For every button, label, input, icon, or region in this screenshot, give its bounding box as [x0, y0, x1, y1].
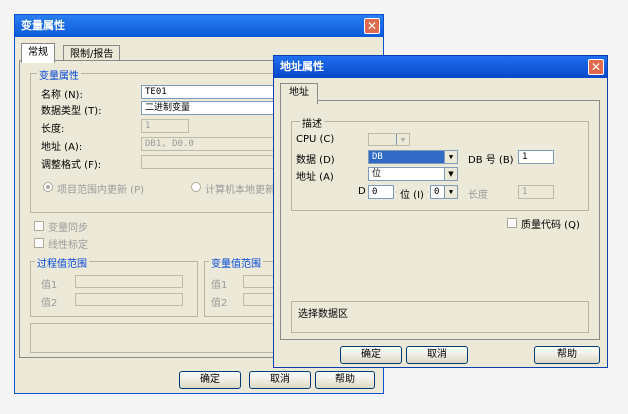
close-icon[interactable]: ✕ — [588, 59, 604, 75]
close-icon[interactable]: ✕ — [364, 18, 380, 34]
group-title: 描述 — [300, 115, 324, 130]
data-label: 数据 (D) — [296, 155, 335, 166]
address-dropdown[interactable]: 位 ▼ — [368, 167, 458, 181]
status-text: 选择数据区 — [298, 309, 348, 320]
d-label: D — [358, 186, 366, 197]
chevron-down-icon[interactable]: ▼ — [396, 134, 409, 145]
process-range-title: 过程值范围 — [35, 255, 89, 270]
var-ok-button[interactable]: 确定 — [179, 371, 241, 389]
data-type-label: 数据类型 (T): — [41, 106, 102, 117]
cpu-dropdown[interactable]: ▼ — [368, 133, 410, 146]
d-input[interactable]: 0 — [368, 185, 394, 199]
quality-code-label: 质量代码 (Q) — [521, 220, 580, 231]
length-label: 长度: — [41, 124, 65, 135]
process-val1-label: 值1 — [41, 280, 58, 291]
var-val1-label: 值1 — [211, 280, 228, 291]
process-range-group: 过程值范围 值1 值2 — [30, 255, 198, 317]
var-val2-label: 值2 — [211, 298, 228, 309]
sync-label: 变量同步 — [48, 223, 88, 234]
tab-general[interactable]: 常规 — [21, 43, 55, 63]
address-label: 地址 (A) — [296, 172, 334, 183]
format-label: 调整格式 (F): — [41, 160, 102, 171]
radio-project-label: 项目范围内更新 (P) — [57, 185, 145, 196]
data-dropdown-value: DB — [372, 152, 383, 162]
bit-dropdown[interactable]: 0 ▼ — [430, 185, 458, 199]
length-label: 长度 — [468, 190, 488, 201]
name-label: 名称 (N): — [41, 90, 83, 101]
var-cancel-button[interactable]: 取消 — [249, 371, 311, 389]
length-input: 1 — [518, 185, 554, 199]
window-title: 地址属性 — [280, 60, 324, 73]
length-input: 1 — [141, 119, 189, 133]
chevron-down-icon[interactable]: ▼ — [444, 151, 457, 163]
group-title: 变量属性 — [37, 67, 81, 82]
process-val2-input — [75, 293, 183, 306]
window-title: 变量属性 — [21, 19, 65, 32]
db-number-label: DB 号 (B) — [468, 155, 514, 166]
sync-checkbox[interactable] — [34, 221, 44, 231]
db-number-input[interactable]: 1 — [518, 150, 554, 164]
address-properties-titlebar: 地址属性 ✕ — [274, 56, 607, 78]
var-help-button[interactable]: 帮助 — [315, 371, 375, 389]
variable-properties-titlebar: 变量属性 ✕ — [15, 15, 383, 37]
status-box: 选择数据区 — [291, 301, 589, 333]
chevron-down-icon[interactable]: ▼ — [444, 186, 457, 198]
linear-scaling-checkbox[interactable] — [34, 238, 44, 248]
address-label: 地址 (A): — [41, 142, 83, 153]
cpu-label: CPU (C) — [296, 134, 335, 145]
quality-code-checkbox[interactable] — [507, 218, 517, 228]
process-val2-label: 值2 — [41, 298, 58, 309]
address-dropdown-value: 位 — [372, 169, 382, 179]
process-val1-input — [75, 275, 183, 288]
data-dropdown[interactable]: DB ▼ — [368, 150, 458, 164]
description-group: 描述 CPU (C) ▼ 数据 (D) DB ▼ DB 号 (B) 1 地址 (… — [291, 115, 589, 211]
bit-label: 位 (I) — [400, 190, 424, 201]
address-properties-window: 地址属性 ✕ 地址 描述 CPU (C) ▼ 数据 (D) DB ▼ DB 号 … — [273, 55, 608, 368]
bit-dropdown-value: 0 — [434, 187, 440, 197]
chevron-down-icon[interactable]: ▼ — [444, 168, 457, 180]
tab-address[interactable]: 地址 — [280, 83, 318, 104]
addr-ok-button[interactable]: 确定 — [340, 346, 402, 364]
radio-project-update[interactable] — [43, 182, 53, 192]
addr-cancel-button[interactable]: 取消 — [406, 346, 468, 364]
addr-help-button[interactable]: 帮助 — [534, 346, 600, 364]
linear-scaling-label: 线性标定 — [48, 240, 88, 251]
var-range-title: 变量值范围 — [209, 255, 263, 270]
radio-local-update[interactable] — [191, 182, 201, 192]
address-tab-panel: 描述 CPU (C) ▼ 数据 (D) DB ▼ DB 号 (B) 1 地址 (… — [280, 100, 600, 340]
radio-local-label: 计算机本地更新 — [205, 185, 275, 196]
